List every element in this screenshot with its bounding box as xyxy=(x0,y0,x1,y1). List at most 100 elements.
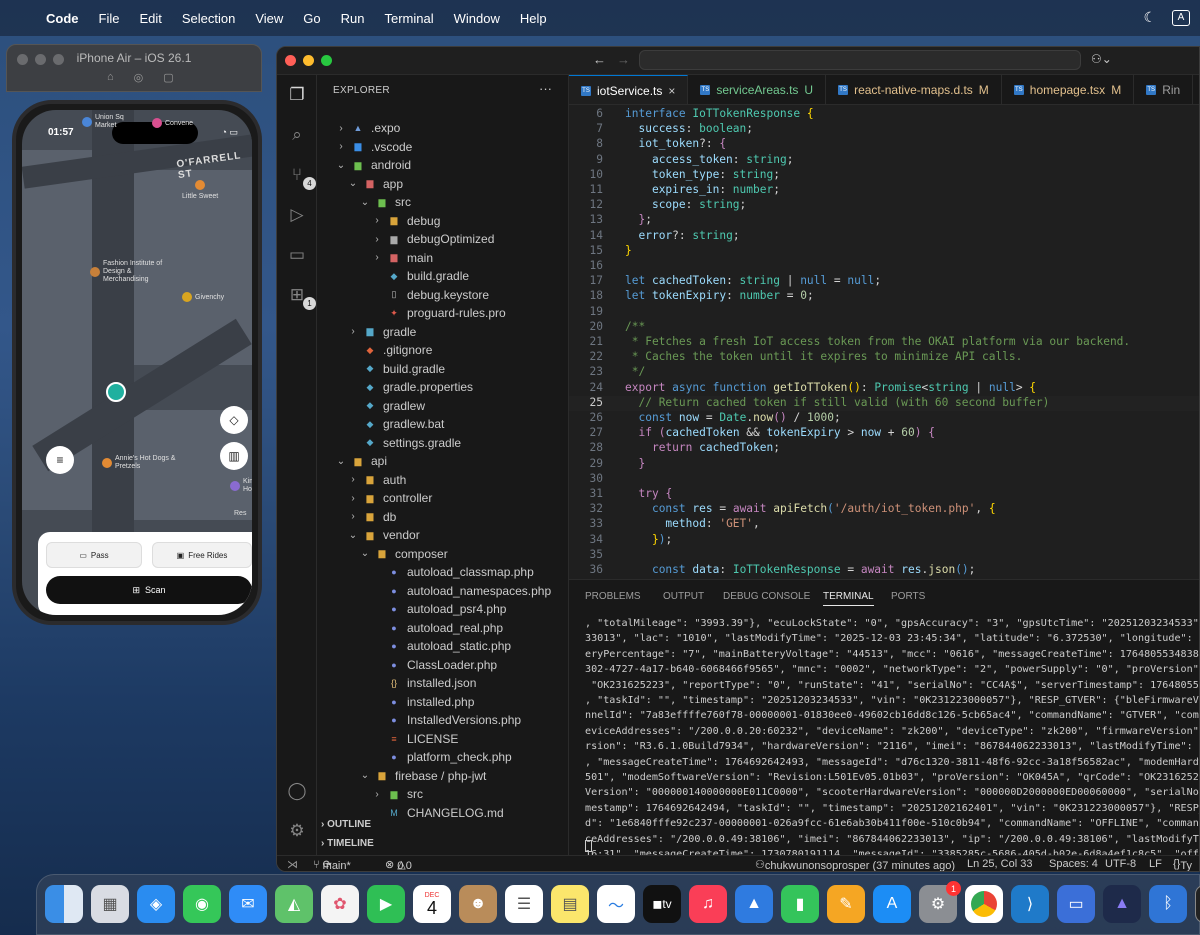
code-editor[interactable]: 6 interface IoTTokenResponse {7 success: … xyxy=(569,105,1199,579)
tree-item[interactable]: › ▆ auth xyxy=(347,471,406,490)
menu-go[interactable]: Go xyxy=(303,11,320,26)
tab-problems[interactable]: PROBLEMS xyxy=(585,591,641,602)
tree-item[interactable]: › ▆ gradle xyxy=(347,323,416,342)
poi-fidm[interactable]: Fashion Institute of Design & Merchandis… xyxy=(90,260,163,284)
numbers-icon[interactable]: ▮ xyxy=(781,885,819,923)
menu-file[interactable]: File xyxy=(99,11,120,26)
screenshot-icon[interactable]: ◎ xyxy=(134,71,144,84)
reminders-icon[interactable]: ☰ xyxy=(505,885,543,923)
tab-terminal[interactable]: TERMINAL xyxy=(823,591,874,606)
home-icon[interactable]: ⌂ xyxy=(107,71,114,84)
mail-icon[interactable]: ✉ xyxy=(229,885,267,923)
tree-item[interactable]: ◆ gradle.properties xyxy=(347,378,474,397)
tab-output[interactable]: OUTPUT xyxy=(663,591,704,602)
tree-item[interactable]: › ▆ db xyxy=(347,508,396,527)
pages-icon[interactable]: ✎ xyxy=(827,885,865,923)
tree-item[interactable]: ● platform_check.php xyxy=(371,748,511,767)
outline-section[interactable]: › OUTLINE xyxy=(321,819,371,830)
tree-item[interactable]: ● autoload_namespaces.php xyxy=(371,582,551,601)
vpn-icon[interactable]: ▲ xyxy=(1103,885,1141,923)
tree-item[interactable]: ⌄ ▆ app xyxy=(347,175,403,194)
tree-item[interactable]: ⌄ ▆ src xyxy=(359,193,411,212)
dark-mode-icon[interactable]: ☾ xyxy=(1143,9,1156,26)
text-input-icon[interactable]: A xyxy=(1172,9,1190,26)
system-settings-icon[interactable]: ⚙ 1 xyxy=(919,881,961,923)
command-center[interactable] xyxy=(639,50,1081,70)
user-location-icon[interactable] xyxy=(106,382,126,402)
tree-item[interactable]: ● installed.php xyxy=(371,693,474,712)
apple-tv-icon[interactable]: ◼ tv xyxy=(643,885,681,923)
timeline-section[interactable]: › TIMELINE xyxy=(321,838,374,849)
tree-item[interactable]: ● ClassLoader.php xyxy=(371,656,497,675)
source-control-icon[interactable]: ⑂ 4 xyxy=(285,163,316,190)
menu-help[interactable]: Help xyxy=(520,11,547,26)
tree-item[interactable]: ≡ LICENSE xyxy=(371,730,458,749)
map-view[interactable]: 01:57 ◔ ▭ O'FARRELL ST Union Sq Market C… xyxy=(22,110,252,615)
tree-item[interactable]: ⌄ ▆ vendor xyxy=(347,526,420,545)
calendar-icon[interactable]: DEC 4 xyxy=(413,885,451,923)
poi-annies[interactable]: Annie's Hot Dogs & Pretzels xyxy=(102,455,179,471)
keynote-icon[interactable]: ▲ xyxy=(735,885,773,923)
menu-edit[interactable]: Edit xyxy=(139,11,161,26)
editor-tab[interactable]: TS serviceAreas.ts U xyxy=(688,75,827,104)
tree-item[interactable]: ◆ gradlew xyxy=(347,397,426,416)
language-mode[interactable]: {} Ty xyxy=(1173,858,1192,871)
tree-item[interactable]: › ▲ .expo xyxy=(335,119,400,138)
menu-button[interactable]: ≡ xyxy=(46,446,74,474)
tree-item[interactable]: ◆ build.gradle xyxy=(371,267,470,286)
tree-item[interactable]: › ▆ main xyxy=(371,249,433,268)
tree-item[interactable]: ⌄ ▆ android xyxy=(335,156,411,175)
encoding[interactable]: UTF-8 xyxy=(1105,858,1136,870)
account-icon[interactable]: ◯ xyxy=(285,779,309,803)
scan-button[interactable]: ⊞ Scan xyxy=(46,576,252,604)
cursor-position[interactable]: Ln 25, Col 33 xyxy=(967,858,1032,870)
menu-selection[interactable]: Selection xyxy=(182,11,235,26)
tree-item[interactable]: ▯ debug.keystore xyxy=(371,286,490,305)
tree-item[interactable]: ⌄ ▆ composer xyxy=(359,545,448,564)
tree-item[interactable]: ● autoload_classmap.php xyxy=(371,563,533,582)
close-button[interactable] xyxy=(285,55,296,66)
tree-item[interactable]: ◆ .gitignore xyxy=(347,341,433,360)
tree-item[interactable]: › ▆ debug xyxy=(371,212,440,231)
tab-debug-console[interactable]: DEBUG CONSOLE xyxy=(723,591,810,602)
free-rides-button[interactable]: ▣ Free Rides xyxy=(152,542,252,568)
menu-run[interactable]: Run xyxy=(341,11,365,26)
poi-kimpton[interactable]: Kimp Hotel xyxy=(230,478,252,494)
remote-icon[interactable]: ⋊ xyxy=(287,858,298,871)
editor-tab[interactable]: TS Rin xyxy=(1134,75,1194,104)
music-icon[interactable]: ♫ xyxy=(689,885,727,923)
poi-little-sweet[interactable]: Little Sweet xyxy=(182,180,218,200)
minimize-button[interactable] xyxy=(303,55,314,66)
remote-explorer-icon[interactable]: ▭ xyxy=(285,243,309,267)
pass-button[interactable]: ▭ Pass xyxy=(46,542,142,568)
notes-icon[interactable]: ▤ xyxy=(551,885,589,923)
branch-indicator[interactable]: ⑂ main* ⟳ xyxy=(313,858,351,871)
freeform-icon[interactable]: 〜 xyxy=(597,885,635,923)
zoom-button[interactable] xyxy=(321,55,332,66)
poi-convene[interactable]: Convene xyxy=(152,118,193,128)
poi-givenchy[interactable]: Givenchy xyxy=(182,292,224,302)
tree-item[interactable]: ● InstalledVersions.php xyxy=(371,711,521,730)
menu-window[interactable]: Window xyxy=(454,11,500,26)
indentation[interactable]: Spaces: 4 xyxy=(1049,858,1098,870)
terminal-app-icon[interactable]: >_ xyxy=(1195,885,1200,923)
vscode-icon[interactable]: ⟩ xyxy=(1011,885,1049,923)
menu-app[interactable]: Code xyxy=(46,11,79,26)
editor-tab[interactable]: TS react-native-maps.d.ts M xyxy=(826,75,1002,104)
launchpad-icon[interactable]: ▦ xyxy=(91,885,129,923)
menu-terminal[interactable]: Terminal xyxy=(385,11,434,26)
tree-item[interactable]: › ▆ src xyxy=(371,785,423,804)
bluetooth-icon[interactable]: ᛒ xyxy=(1149,885,1187,923)
back-arrow-icon[interactable]: ← xyxy=(593,52,606,67)
tree-item[interactable]: › ▆ controller xyxy=(347,489,432,508)
editor-tab[interactable]: TS homepage.tsx M xyxy=(1002,75,1135,104)
explorer-files-icon[interactable]: ❐ xyxy=(285,83,309,107)
app-store-icon[interactable]: A xyxy=(873,885,911,923)
safari-icon[interactable]: ◈ xyxy=(137,885,175,923)
tree-item[interactable]: ✦ proguard-rules.pro xyxy=(371,304,506,323)
git-blame[interactable]: ⚇ chukwunonsoprosper (37 minutes ago) xyxy=(755,858,955,871)
maps-icon[interactable]: ◭ xyxy=(275,885,313,923)
map-layers-button[interactable]: ▥ xyxy=(220,442,248,470)
tree-item[interactable]: ⌄ ▆ firebase / php-jwt xyxy=(359,767,487,786)
settings-gear-icon[interactable]: ⚙ xyxy=(285,819,309,843)
